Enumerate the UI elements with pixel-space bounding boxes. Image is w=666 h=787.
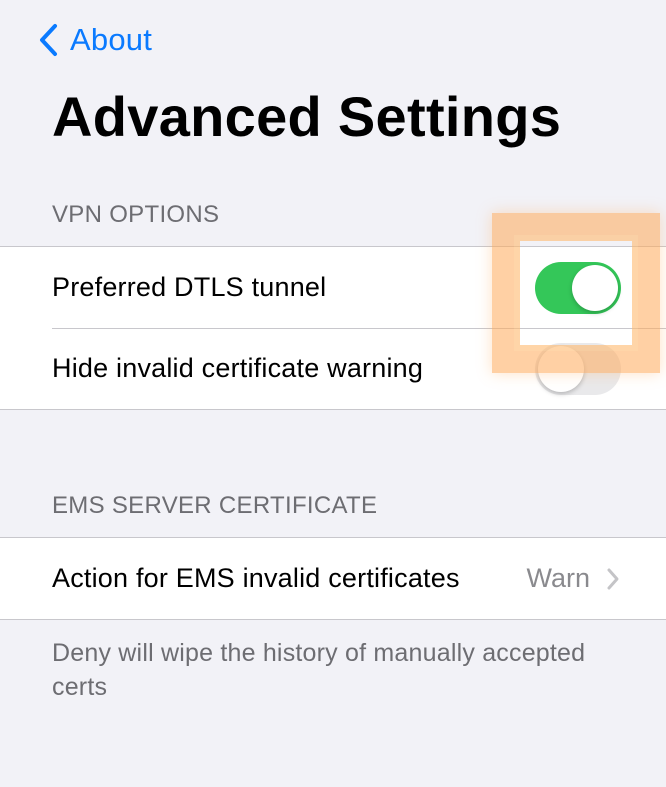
preferred-dtls-tunnel-toggle[interactable] [535,261,621,314]
page-title: Advanced Settings [52,85,562,148]
chevron-left-icon [40,24,57,56]
section-header-vpn-options: VPN OPTIONS [52,201,220,228]
section-header-ems-server-certificate: EMS SERVER CERTIFICATE [52,492,378,519]
toggle-knob [572,264,618,311]
toggle-knob [538,345,584,392]
back-button-label: About [70,22,153,57]
row-hide-invalid-certificate-warning: Hide invalid certificate warning [0,328,666,409]
back-button[interactable]: About [38,18,152,62]
row-preferred-dtls-tunnel: Preferred DTLS tunnel [0,247,666,328]
row-value: Warn [526,563,590,593]
row-label: Preferred DTLS tunnel [52,272,327,302]
advanced-settings-screen: About Advanced Settings VPN OPTIONS Pref… [0,0,666,787]
row-label: Action for EMS invalid certificates [52,563,460,593]
vpn-options-group: Preferred DTLS tunnel Hide invalid certi… [0,246,666,410]
action-value[interactable]: Warn [526,563,620,594]
row-action-for-ems-invalid-certificates[interactable]: Action for EMS invalid certificates Warn [0,538,666,619]
row-label: Hide invalid certificate warning [52,353,424,383]
ems-certificate-group: Action for EMS invalid certificates Warn [0,537,666,620]
chevron-right-icon [607,568,619,589]
ems-footer-note: Deny will wipe the history of manually a… [52,639,586,701]
hide-invalid-certificate-warning-toggle[interactable] [535,342,621,395]
